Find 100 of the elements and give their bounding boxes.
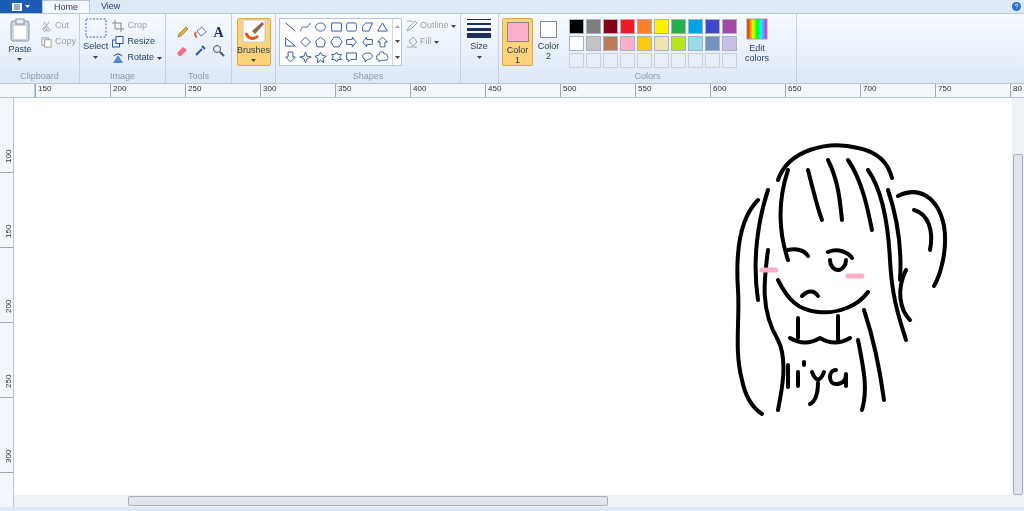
palette-swatch[interactable] (654, 19, 669, 34)
shape-tool[interactable] (328, 49, 345, 65)
caret-icon (93, 55, 99, 59)
cloud-callout-icon (376, 51, 390, 64)
ruler-label: 550 (635, 84, 710, 97)
magnifier-tool[interactable] (210, 42, 227, 59)
shape-tool[interactable] (359, 19, 376, 34)
bucket-icon (406, 36, 418, 48)
palette-swatch[interactable] (586, 19, 601, 34)
palette-swatch[interactable] (637, 36, 652, 51)
palette-swatch[interactable] (688, 19, 703, 34)
palette-swatch[interactable] (569, 19, 584, 34)
selection-icon (84, 18, 107, 38)
scrollbar-thumb[interactable] (1013, 154, 1023, 495)
current-color-button[interactable]: Color 2 (533, 18, 564, 66)
down-arrow-icon (283, 51, 297, 64)
toolbar-button[interactable]: Rotate (112, 50, 162, 66)
ribbon-tab[interactable]: View (90, 0, 132, 13)
shape-tool[interactable] (343, 19, 360, 34)
empty-swatch[interactable] (569, 53, 584, 68)
bucket-icon (194, 26, 207, 39)
caret-icon (17, 57, 23, 61)
shape-tool[interactable] (343, 49, 360, 65)
edit-colors-button[interactable]: Edit colors (740, 18, 774, 63)
shape-tool[interactable] (297, 49, 314, 65)
pencil-icon (176, 26, 189, 39)
shape-tool[interactable] (359, 49, 376, 65)
palette-swatch[interactable] (705, 36, 720, 51)
scissors-icon (41, 20, 52, 32)
shape-tool[interactable] (328, 34, 345, 50)
crop-icon (112, 20, 125, 32)
clipboard-icon (10, 18, 30, 42)
shape-tool[interactable] (282, 49, 298, 65)
rotate-icon (112, 52, 125, 64)
palette-swatch[interactable] (688, 36, 703, 51)
shape-tool[interactable] (282, 34, 298, 50)
shape-tool[interactable] (297, 34, 314, 50)
size-button[interactable]: Size (464, 18, 494, 59)
empty-swatch[interactable] (620, 53, 635, 68)
eraser-icon (176, 44, 189, 57)
shape-tool[interactable] (359, 34, 376, 50)
palette-swatch[interactable] (620, 36, 635, 51)
spectrum-icon (746, 18, 768, 40)
current-color-button[interactable]: Color 1 (502, 18, 533, 66)
rectangular-callout-icon (345, 51, 359, 64)
palette-swatch[interactable] (569, 36, 584, 51)
shape-tool[interactable] (374, 19, 391, 34)
drawing-canvas[interactable] (14, 98, 1012, 495)
triangle-icon (376, 20, 390, 33)
empty-swatch[interactable] (603, 53, 618, 68)
shape-tool[interactable] (312, 19, 329, 34)
palette-swatch[interactable] (654, 36, 669, 51)
empty-swatch[interactable] (688, 53, 703, 68)
shape-tool[interactable] (328, 19, 345, 34)
text-tool[interactable]: A (210, 24, 227, 41)
empty-swatch[interactable] (586, 53, 601, 68)
palette-swatch[interactable] (671, 19, 686, 34)
palette-swatch[interactable] (705, 19, 720, 34)
palette-swatch[interactable] (620, 19, 635, 34)
up-caret-icon (394, 25, 400, 29)
empty-swatch[interactable] (722, 53, 737, 68)
palette-swatch[interactable] (603, 19, 618, 34)
scrollbar-thumb[interactable] (128, 496, 608, 506)
pencil-tool[interactable] (174, 24, 191, 41)
ruler-label: 80 (1010, 84, 1024, 97)
caret-icon (450, 24, 456, 28)
palette-swatch[interactable] (637, 19, 652, 34)
app-menu-button[interactable] (0, 0, 42, 13)
palette-swatch[interactable] (603, 36, 618, 51)
shape-tool[interactable] (312, 34, 329, 50)
line-icon (283, 20, 297, 33)
shape-tool[interactable] (343, 34, 360, 50)
horizontal-scrollbar[interactable] (14, 495, 1024, 507)
palette-swatch[interactable] (586, 36, 601, 51)
empty-swatch[interactable] (705, 53, 720, 68)
empty-swatch[interactable] (637, 53, 652, 68)
palette-swatch[interactable] (722, 36, 737, 51)
brushes-button[interactable]: Brushes (236, 18, 271, 66)
ruler-label: 650 (785, 84, 860, 97)
empty-swatch[interactable] (654, 53, 669, 68)
ruler-label: 200 (110, 84, 185, 97)
pentagon-icon (314, 35, 328, 48)
vertical-scrollbar[interactable] (1012, 98, 1024, 495)
ruler-label: 600 (710, 84, 785, 97)
palette-swatch[interactable] (671, 36, 686, 51)
shape-tool[interactable] (312, 49, 329, 65)
ribbon-tab[interactable]: Home (42, 0, 90, 13)
copy-icon (41, 36, 52, 48)
paste-button[interactable]: Paste (3, 18, 37, 61)
hexagon-icon (329, 35, 343, 48)
eyedropper-icon (194, 44, 207, 57)
diamond-icon (298, 35, 312, 48)
select-button[interactable]: Select (83, 18, 109, 59)
shape-tool[interactable] (374, 49, 391, 65)
fill-tool[interactable] (192, 24, 209, 41)
toolbar-button[interactable]: Resize (112, 34, 162, 50)
help-icon[interactable] (1012, 2, 1021, 11)
oval-callout-icon (360, 51, 374, 64)
empty-swatch[interactable] (671, 53, 686, 68)
palette-swatch[interactable] (722, 19, 737, 34)
